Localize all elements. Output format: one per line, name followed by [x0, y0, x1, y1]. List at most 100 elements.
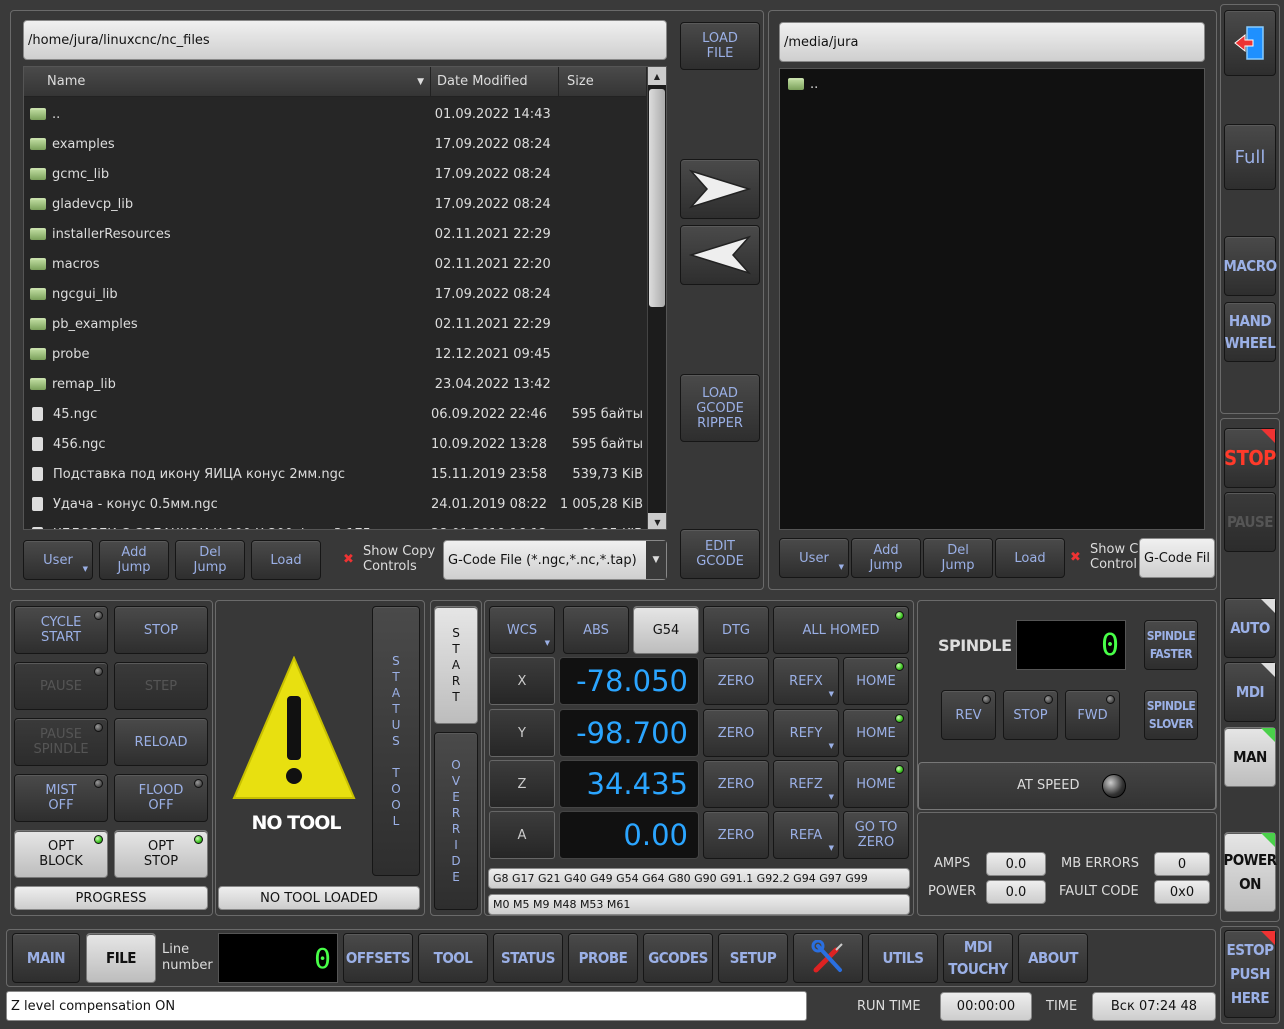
man-mode-button[interactable]: MAN: [1224, 727, 1276, 787]
zero-button[interactable]: ZERO: [703, 760, 769, 808]
right-path-field[interactable]: /media/jura: [779, 22, 1205, 62]
tab-status[interactable]: STATUS: [493, 933, 563, 983]
spindle-faster-button[interactable]: SPINDLE FASTER: [1144, 620, 1198, 670]
mdi-mode-button[interactable]: MDI: [1224, 662, 1276, 722]
header-name[interactable]: Name ▼: [24, 67, 431, 96]
handwheel-button[interactable]: HAND WHEEL: [1224, 302, 1276, 362]
mist-off-button[interactable]: MIST OFF: [14, 774, 108, 822]
tab-main[interactable]: MAIN: [12, 933, 80, 983]
home-button[interactable]: HOME: [843, 760, 909, 808]
list-item[interactable]: probe 12.12.2021 09:45: [24, 339, 646, 369]
list-item[interactable]: ngcgui_lib 17.09.2022 08:24: [24, 279, 646, 309]
right-add-jump-button[interactable]: Add Jump: [851, 538, 921, 578]
control-stop-button[interactable]: STOP: [114, 606, 208, 654]
macro-button[interactable]: MACRO: [1223, 236, 1277, 296]
tab-tool[interactable]: TOOL: [418, 933, 488, 983]
axis-label-z[interactable]: Z: [489, 760, 555, 808]
right-del-jump-button[interactable]: Del Jump: [923, 538, 993, 578]
zero-button[interactable]: ZERO: [703, 709, 769, 757]
opt-block-button[interactable]: OPT BLOCK: [14, 830, 108, 878]
status-tool-button[interactable]: STATUS TOOL: [372, 606, 420, 876]
list-item[interactable]: 456.ngc 10.09.2022 13:28 595 байты: [24, 429, 646, 459]
load-file-button[interactable]: LOAD FILE: [680, 22, 760, 70]
tab-offsets[interactable]: OFFSETS: [343, 933, 413, 983]
home-button[interactable]: HOME: [843, 709, 909, 757]
axis-label-a[interactable]: A: [489, 811, 555, 859]
tab-gcodes[interactable]: GCODES: [643, 933, 713, 983]
control-pause-button[interactable]: PAUSE: [14, 662, 108, 710]
full-button[interactable]: Full: [1224, 124, 1276, 190]
load-gcode-ripper-button[interactable]: LOAD GCODE RIPPER: [680, 374, 760, 442]
list-item[interactable]: macros 02.11.2021 22:20: [24, 249, 646, 279]
pause-button[interactable]: PAUSE: [1224, 492, 1276, 552]
list-item[interactable]: gladevcp_lib 17.09.2022 08:24: [24, 189, 646, 219]
home-button[interactable]: HOME: [843, 657, 909, 705]
left-show-copy-checkbox[interactable]: ✖: [343, 552, 354, 567]
stop-button[interactable]: STOP: [1224, 428, 1276, 488]
ref-button[interactable]: REFZ ▼: [773, 760, 839, 808]
axis-label-x[interactable]: X: [489, 657, 555, 705]
tab-probe[interactable]: PROBE: [568, 933, 638, 983]
auto-mode-button[interactable]: AUTO: [1224, 598, 1276, 658]
zero-button[interactable]: ZERO: [703, 657, 769, 705]
spindle-rev-button[interactable]: REV: [941, 690, 996, 740]
override-tab[interactable]: OVERRIDE: [434, 732, 478, 910]
left-path-field[interactable]: /home/jura/linuxcnc/nc_files: [23, 20, 667, 60]
right-filter-select[interactable]: G-Code Fil: [1139, 538, 1215, 578]
abs-button[interactable]: ABS: [563, 606, 629, 654]
zero-button[interactable]: ZERO: [703, 811, 769, 859]
tab-tools-settings[interactable]: [793, 933, 863, 983]
right-user-button[interactable]: User ▼: [779, 538, 849, 578]
opt-stop-button[interactable]: OPT STOP: [114, 830, 208, 878]
g54-button[interactable]: G54: [633, 606, 699, 654]
list-item[interactable]: ЧЕЛОВЕК С СОБАЧКОЙ Х 100 Х 200 фр д 3.17…: [24, 519, 646, 529]
scroll-down-icon[interactable]: ▼: [648, 513, 666, 529]
start-tab[interactable]: START: [434, 606, 478, 724]
home-button[interactable]: GO TO ZERO: [843, 811, 909, 859]
wcs-button[interactable]: WCS ▼: [489, 606, 555, 654]
list-item[interactable]: ..: [780, 69, 1200, 99]
axis-label-y[interactable]: Y: [489, 709, 555, 757]
cycle-start-button[interactable]: CYCLE START: [14, 606, 108, 654]
right-show-copy-checkbox[interactable]: ✖: [1070, 550, 1081, 565]
copy-right-button[interactable]: [680, 159, 760, 219]
spindle-stop-button[interactable]: STOP: [1003, 690, 1058, 740]
left-user-button[interactable]: User ▼: [23, 540, 93, 580]
list-item[interactable]: remap_lib 23.04.2022 13:42: [24, 369, 646, 399]
left-filter-select[interactable]: G-Code File (*.ngc,*.nc,*.tap) ▼: [443, 540, 667, 580]
tab-utils[interactable]: UTILS: [868, 933, 938, 983]
spindle-slower-button[interactable]: SPINDLE SLOVER: [1144, 690, 1198, 740]
ref-button[interactable]: REFA ▼: [773, 811, 839, 859]
left-scrollbar[interactable]: ▲ ▼: [647, 67, 666, 529]
right-load-button[interactable]: Load: [995, 538, 1065, 578]
spindle-fwd-button[interactable]: FWD: [1065, 690, 1120, 740]
tab-about[interactable]: ABOUT: [1018, 933, 1088, 983]
step-button[interactable]: STEP: [114, 662, 208, 710]
edit-gcode-button[interactable]: EDIT GCODE: [680, 529, 760, 579]
reload-button[interactable]: RELOAD: [114, 718, 208, 766]
scroll-thumb[interactable]: [649, 89, 665, 307]
header-date[interactable]: Date Modified: [431, 67, 559, 96]
tab-setup[interactable]: SETUP: [718, 933, 788, 983]
left-load-button[interactable]: Load: [251, 540, 321, 580]
all-homed-button[interactable]: ALL HOMED: [773, 606, 909, 654]
flood-off-button[interactable]: FLOOD OFF: [114, 774, 208, 822]
dtg-button[interactable]: DTG: [703, 606, 769, 654]
scroll-up-icon[interactable]: ▲: [648, 67, 666, 85]
list-item[interactable]: pb_examples 02.11.2021 22:29: [24, 309, 646, 339]
copy-left-button[interactable]: [680, 225, 760, 285]
list-item[interactable]: installerResources 02.11.2021 22:29: [24, 219, 646, 249]
ref-button[interactable]: REFX ▼: [773, 657, 839, 705]
list-item[interactable]: gcmc_lib 17.09.2022 08:24: [24, 159, 646, 189]
left-del-jump-button[interactable]: Del Jump: [175, 540, 245, 580]
list-item[interactable]: .. 01.09.2022 14:43: [24, 99, 646, 129]
ref-button[interactable]: REFY ▼: [773, 709, 839, 757]
tab-file[interactable]: FILE: [86, 933, 156, 983]
list-item[interactable]: 45.ngc 06.09.2022 22:46 595 байты: [24, 399, 646, 429]
list-item[interactable]: Удача - конус 0.5мм.ngc 24.01.2019 08:22 1…: [24, 489, 646, 519]
pause-spindle-button[interactable]: PAUSE SPINDLE: [14, 718, 108, 766]
right-file-list[interactable]: ..: [779, 68, 1205, 530]
power-on-button[interactable]: POWER ON: [1223, 832, 1277, 912]
left-add-jump-button[interactable]: Add Jump: [99, 540, 169, 580]
exit-button[interactable]: [1224, 10, 1276, 76]
